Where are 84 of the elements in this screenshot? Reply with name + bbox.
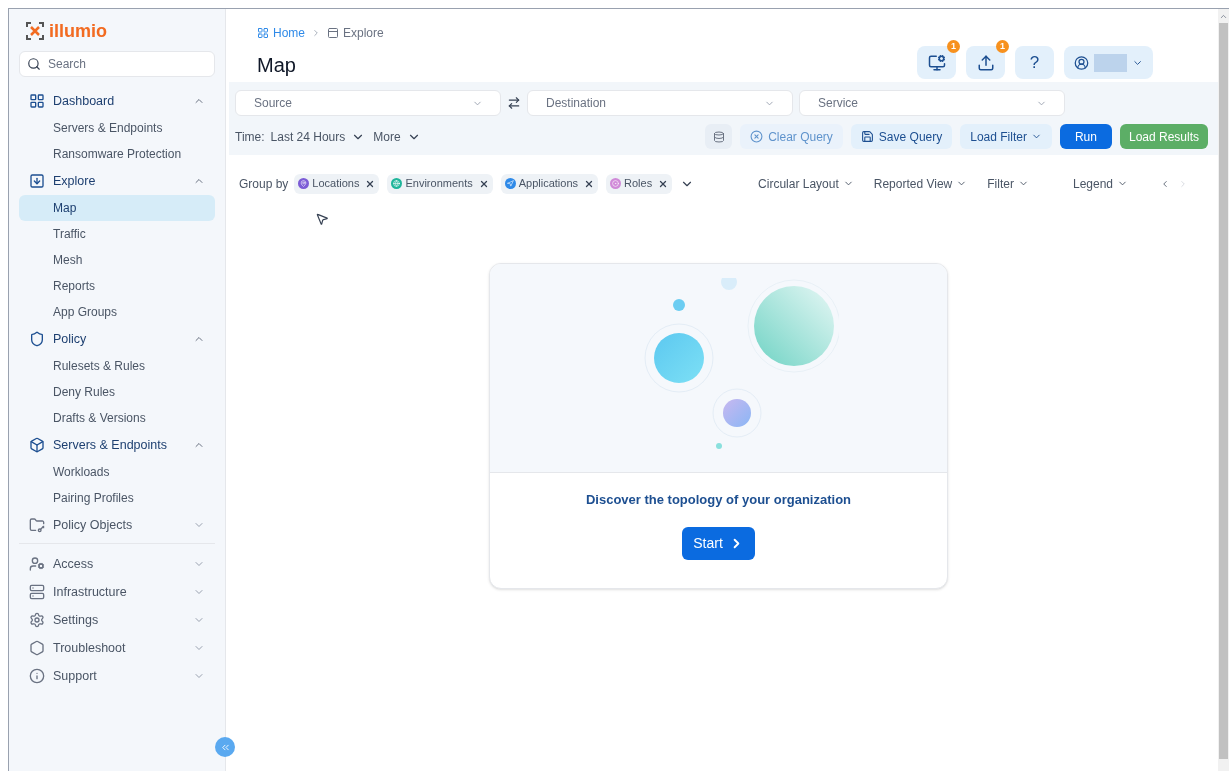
scroll-left-icon[interactable] (1160, 178, 1170, 189)
empty-state-message: Discover the topology of your organization (585, 491, 852, 509)
view-dropdown[interactable]: Legend (1072, 174, 1128, 193)
chevron-right-icon (311, 28, 321, 38)
nav-item[interactable]: Reports (19, 273, 215, 299)
nav-group[interactable]: Dashboard (19, 87, 215, 115)
group-chip[interactable]: Environments (387, 173, 493, 194)
page-title: Map (257, 53, 297, 78)
start-button[interactable]: Start (682, 526, 755, 560)
nav-item[interactable]: Workloads (19, 459, 215, 485)
service-select[interactable]: Service (799, 90, 1065, 116)
nav-group-icon (29, 173, 45, 189)
notification-badge: 1 (947, 40, 960, 53)
destination-select[interactable]: Destination (527, 90, 793, 116)
nav-group[interactable]: Troubleshoot (19, 634, 215, 662)
run-button[interactable]: Run (1059, 124, 1112, 149)
collapse-sidebar-button[interactable] (215, 737, 235, 757)
notification-badge: 1 (996, 40, 1009, 53)
view-dropdown[interactable]: Circular Layout (758, 174, 854, 193)
nav-item[interactable]: Map (19, 195, 215, 221)
nav-group-icon (29, 640, 45, 656)
nav-group-icon (29, 517, 45, 533)
upload-icon (976, 53, 995, 72)
time-range-dropdown[interactable]: Last 24 Hours (270, 127, 366, 146)
scroll-up-icon[interactable] (1219, 12, 1228, 21)
vertical-scrollbar[interactable] (1218, 9, 1229, 771)
nav-item[interactable]: Deny Rules (19, 379, 215, 405)
database-icon (712, 130, 725, 143)
group-by-label: Group by (239, 175, 289, 193)
save-query-button[interactable]: Save Query (850, 124, 953, 149)
nav-group[interactable]: Support (19, 662, 215, 690)
remove-icon (365, 178, 376, 189)
mouse-cursor-icon (315, 212, 329, 226)
nav-item[interactable]: Servers & Endpoints (19, 115, 215, 141)
nav-item[interactable]: Mesh (19, 247, 215, 273)
clear-icon (750, 130, 764, 143)
nav-group-icon (29, 612, 45, 628)
nav-item[interactable]: Rulesets & Rules (19, 353, 215, 379)
group-chip[interactable]: Locations (294, 173, 380, 194)
nav-group-icon (29, 556, 45, 572)
database-button[interactable] (705, 124, 733, 149)
nav-item[interactable]: Pairing Profiles (19, 485, 215, 511)
nav-group[interactable]: Servers & Endpoints (19, 431, 215, 459)
nav-group[interactable]: Settings (19, 606, 215, 634)
window-icon (327, 27, 339, 39)
nav-group-icon (29, 437, 45, 453)
nav-group[interactable]: Explore (19, 167, 215, 195)
search-icon (27, 57, 41, 71)
remove-icon (478, 178, 489, 189)
save-icon (860, 130, 874, 143)
nav-group[interactable]: Policy Objects (19, 511, 215, 539)
view-dropdown[interactable]: Filter (987, 174, 1029, 193)
nav-item[interactable]: Traffic (19, 221, 215, 247)
view-dropdown[interactable]: Reported View (873, 174, 968, 193)
remove-icon (584, 178, 595, 189)
nav-item[interactable]: App Groups (19, 299, 215, 325)
brand-name: illumio (49, 22, 107, 40)
user-menu-button[interactable] (1064, 46, 1153, 79)
search-field[interactable]: Search (19, 51, 215, 77)
nav-group[interactable]: Access (19, 550, 215, 578)
group-chip[interactable]: Roles (606, 173, 673, 194)
breadcrumb-link[interactable]: Explore (327, 24, 384, 42)
time-label: Time: (235, 128, 265, 146)
help-button[interactable]: ? (1015, 46, 1054, 79)
breadcrumb-link[interactable]: Home (257, 24, 305, 42)
nav-group-icon (29, 584, 45, 600)
source-select[interactable]: Source (235, 90, 501, 116)
more-dropdown[interactable]: More (373, 127, 421, 146)
monitor-icon (927, 53, 946, 72)
load-filter-button[interactable]: Load Filter (960, 124, 1052, 149)
user-icon (1074, 54, 1089, 71)
nav-group[interactable]: Policy (19, 325, 215, 353)
swap-icon (507, 96, 521, 110)
group-chip[interactable]: Applications (500, 173, 599, 194)
grid-icon (257, 27, 269, 39)
nav-item[interactable]: Ransomware Protection (19, 141, 215, 167)
nav-group-icon (29, 331, 45, 347)
nav-group[interactable]: Infrastructure (19, 578, 215, 606)
nav-group-icon (29, 93, 45, 109)
nav-item[interactable]: Drafts & Versions (19, 405, 215, 431)
nav-group-icon (29, 668, 45, 684)
logo-icon (25, 21, 45, 41)
remove-icon (658, 178, 669, 189)
redacted-name-block (1094, 53, 1127, 72)
